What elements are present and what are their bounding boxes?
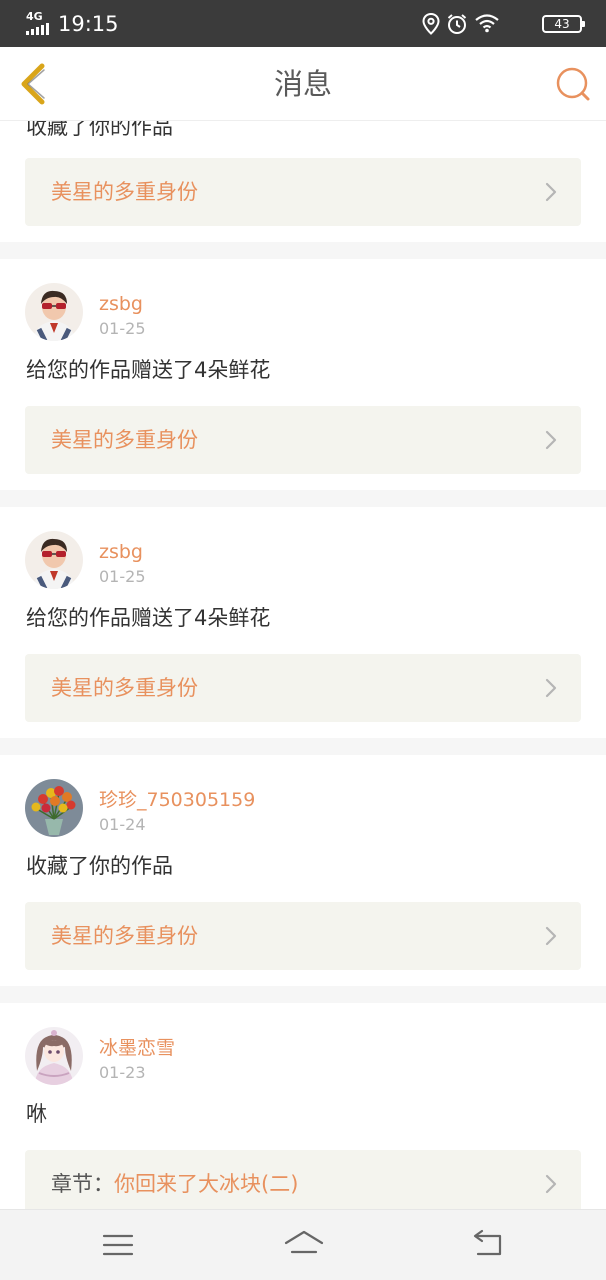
message-date: 01-24	[99, 815, 146, 834]
message-text: 收藏了你的作品	[26, 121, 173, 139]
return-icon[interactable]	[470, 1228, 506, 1262]
username[interactable]: zsbg	[99, 292, 143, 316]
message-item: 冰墨恋雪 01-23 咻 章节：你回来了大冰块(二)	[0, 1003, 606, 1209]
message-item: zsbg 01-25 给您的作品赠送了4朵鲜花 美星的多重身份	[0, 259, 606, 490]
message-item: 珍珍_750305159 01-24 收藏了你的作品 美星的多重身份	[0, 755, 606, 986]
alarm-icon	[447, 14, 467, 34]
message-text: 给您的作品赠送了4朵鲜花	[26, 358, 271, 382]
work-title: 美星的多重身份	[51, 428, 198, 452]
chevron-right-icon	[545, 1174, 557, 1194]
avatar[interactable]	[25, 1027, 83, 1085]
work-link[interactable]: 美星的多重身份	[25, 654, 581, 722]
message-text: 收藏了你的作品	[26, 854, 173, 878]
chevron-right-icon	[545, 926, 557, 946]
chapter-link[interactable]: 章节：你回来了大冰块(二)	[25, 1150, 581, 1209]
message-list[interactable]: 收藏了你的作品 美星的多重身份 zsbg 01-25 给您的作品赠送了4朵鲜花 …	[0, 121, 606, 1209]
work-link[interactable]: 美星的多重身份	[25, 902, 581, 970]
message-date: 01-25	[99, 319, 146, 338]
app-header: 消息	[0, 47, 606, 121]
chevron-right-icon	[545, 182, 557, 202]
messages-screen: 4G 19:15 43 消息 收藏了你的作品 美星的多重身份 zsbg 01-2…	[0, 0, 606, 1280]
back-button[interactable]	[14, 61, 54, 107]
search-button[interactable]	[554, 65, 592, 103]
status-time: 19:15	[58, 12, 119, 36]
avatar[interactable]	[25, 531, 83, 589]
work-link[interactable]: 美星的多重身份	[25, 406, 581, 474]
message-date: 01-25	[99, 567, 146, 586]
home-icon[interactable]	[284, 1228, 324, 1262]
avatar[interactable]	[25, 779, 83, 837]
signal-icon: 4G	[26, 11, 52, 35]
battery-level: 43	[554, 17, 570, 31]
work-title: 美星的多重身份	[51, 924, 198, 948]
battery-icon: 43	[542, 15, 585, 33]
message-date: 01-23	[99, 1063, 146, 1082]
username[interactable]: zsbg	[99, 540, 143, 564]
chevron-right-icon	[545, 430, 557, 450]
message-item: zsbg 01-25 给您的作品赠送了4朵鲜花 美星的多重身份	[0, 507, 606, 738]
message-text: 给您的作品赠送了4朵鲜花	[26, 606, 271, 630]
network-type: 4G	[26, 10, 43, 23]
username[interactable]: 珍珍_750305159	[99, 788, 255, 812]
work-title: 美星的多重身份	[51, 180, 198, 204]
location-icon	[422, 13, 440, 35]
chapter-title: 你回来了大冰块(二)	[114, 1172, 299, 1196]
page-title: 消息	[273, 67, 332, 101]
chapter-label: 章节：	[51, 1172, 114, 1196]
work-link[interactable]: 美星的多重身份	[25, 158, 581, 226]
system-nav-bar	[0, 1209, 606, 1280]
username[interactable]: 冰墨恋雪	[99, 1036, 175, 1060]
avatar[interactable]	[25, 283, 83, 341]
work-title: 美星的多重身份	[51, 676, 198, 700]
menu-icon[interactable]	[100, 1228, 136, 1262]
status-bar: 4G 19:15 43	[0, 0, 606, 47]
chevron-right-icon	[545, 678, 557, 698]
wifi-icon	[475, 14, 499, 33]
message-text: 咻	[26, 1102, 47, 1126]
message-item: 收藏了你的作品 美星的多重身份	[0, 121, 606, 242]
